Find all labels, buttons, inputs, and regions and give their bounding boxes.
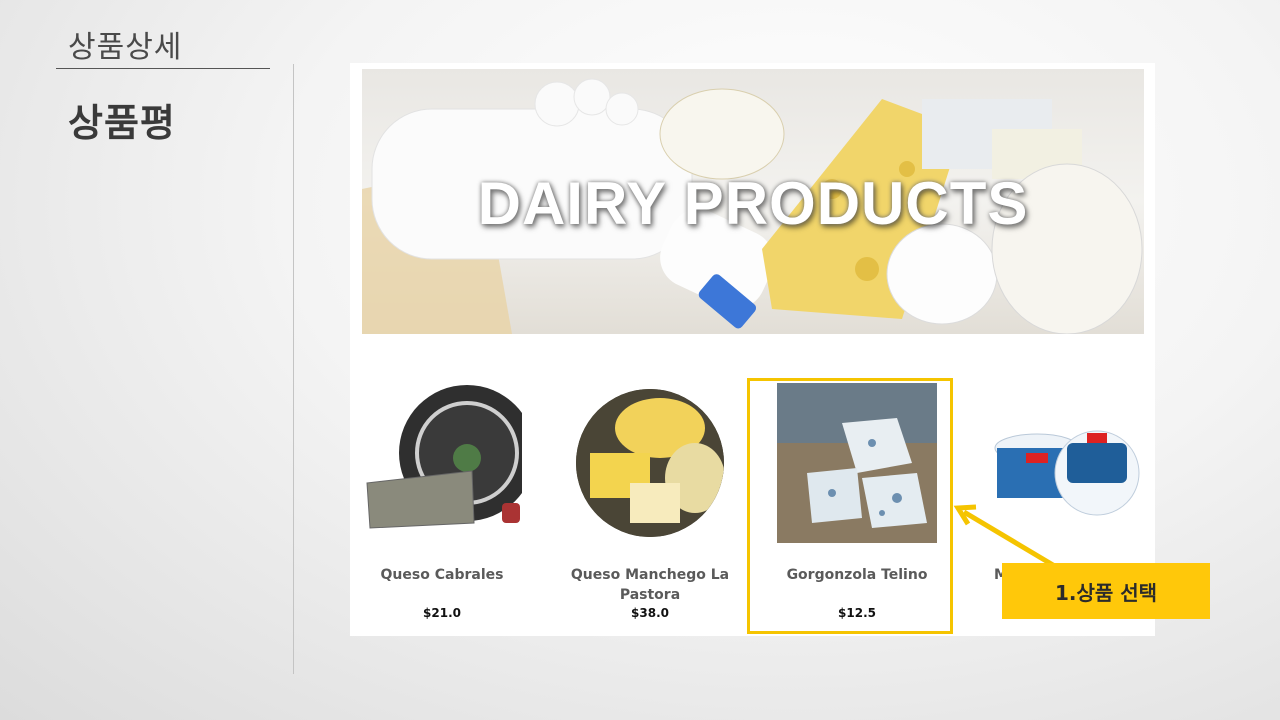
product-price: $38.0 xyxy=(631,606,669,620)
step-callout-label: 1.상품 선택 xyxy=(1002,563,1210,619)
product-card-queso-manchego[interactable]: Queso Manchego La Pastora $38.0 xyxy=(550,383,750,620)
category-banner: DAIRY PRODUCTS xyxy=(362,69,1144,334)
product-name[interactable]: Queso Manchego La Pastora xyxy=(550,565,750,605)
selected-product-highlight xyxy=(747,378,953,634)
vertical-divider xyxy=(293,64,294,674)
manchego-cheese-image[interactable] xyxy=(570,383,730,543)
page-title: 상품평 xyxy=(68,101,176,145)
product-price: $21.0 xyxy=(423,606,461,620)
cabrales-cheese-image[interactable] xyxy=(362,383,535,543)
product-card-queso-cabrales[interactable]: Queso Cabrales $21.0 xyxy=(342,383,542,620)
product-name[interactable]: Queso Cabrales xyxy=(342,565,542,585)
title-divider xyxy=(56,68,270,69)
banner-title: DAIRY PRODUCTS xyxy=(477,170,1029,237)
section-title: 상품상세 xyxy=(68,30,183,65)
